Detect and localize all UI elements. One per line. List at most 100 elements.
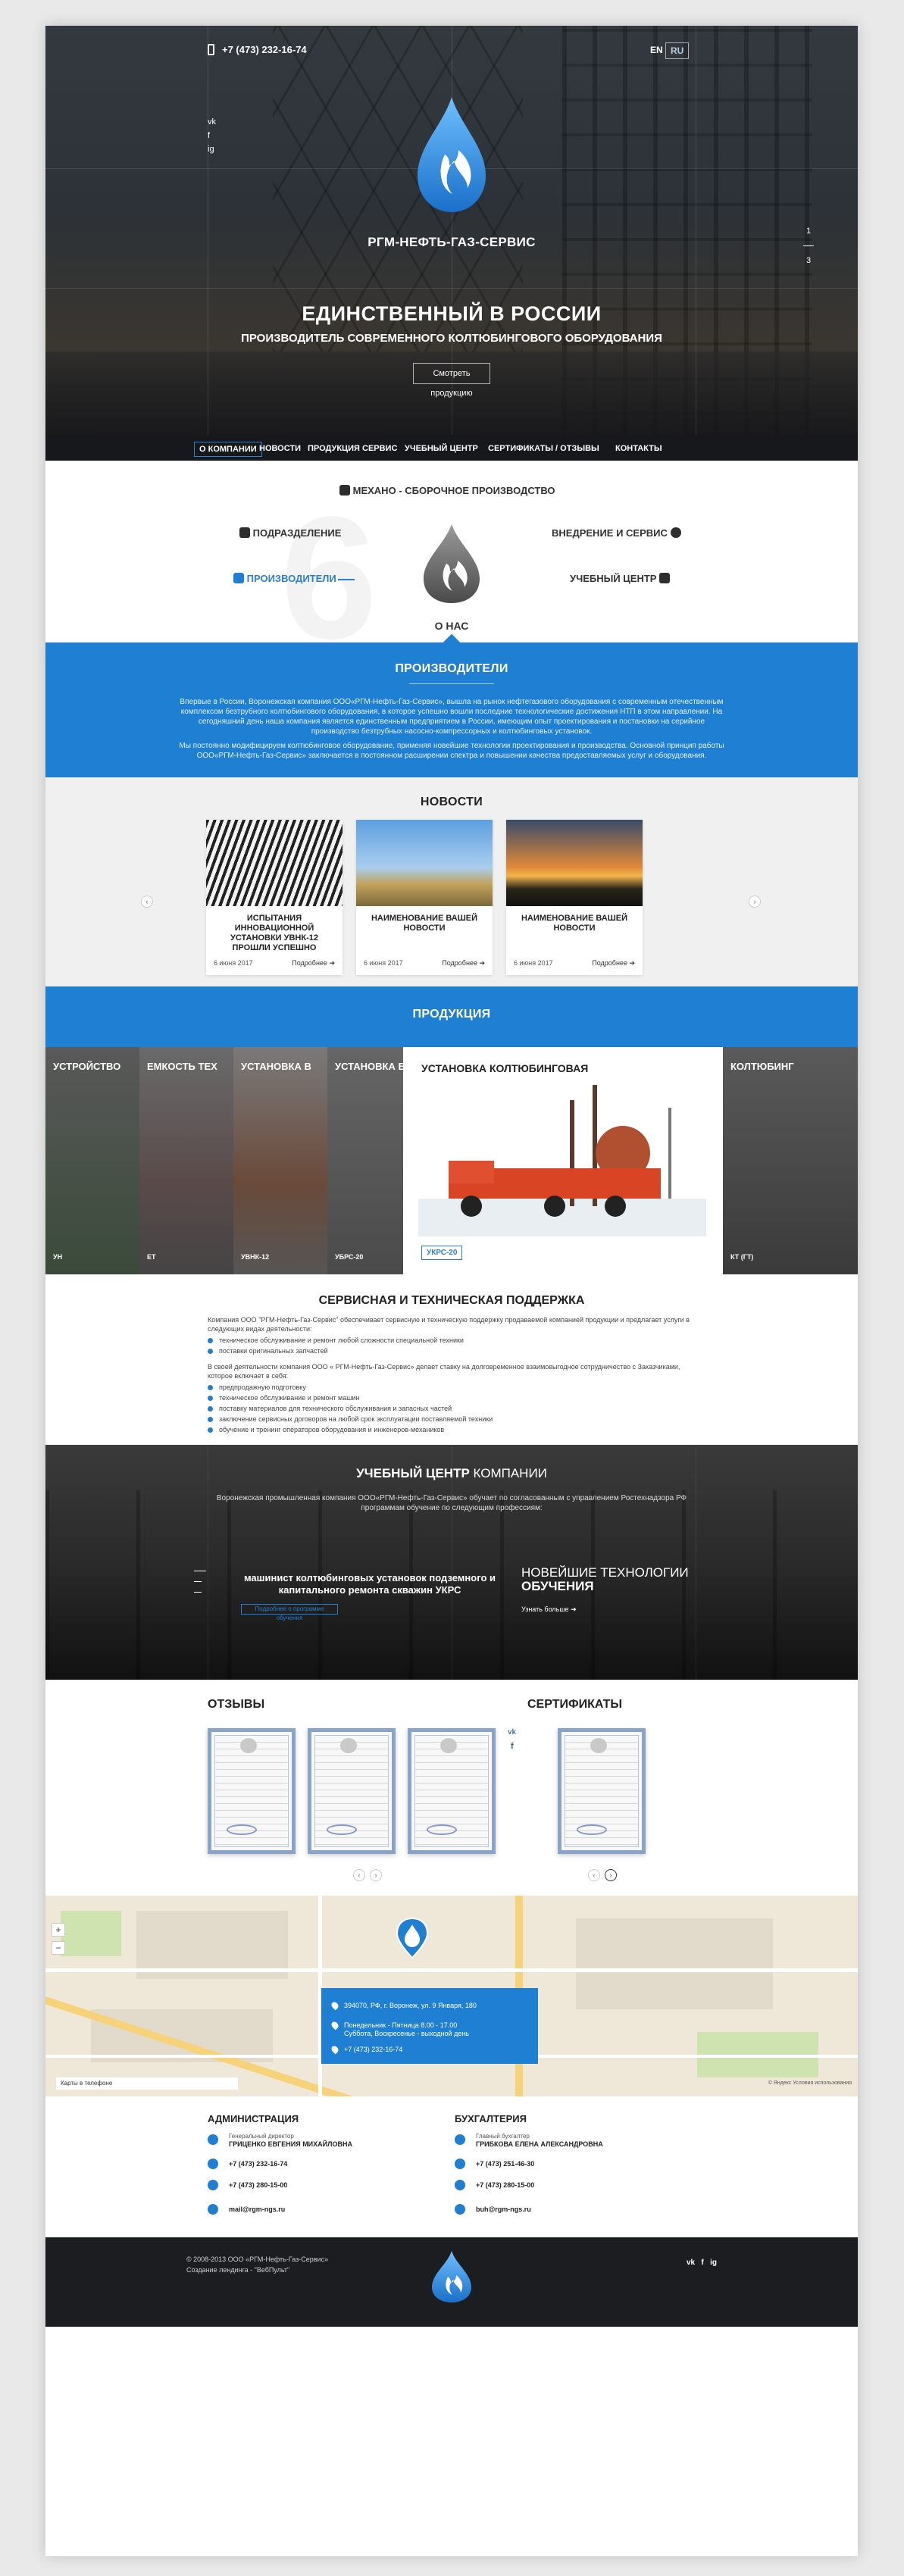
nav-service[interactable]: СЕРВИС xyxy=(358,442,402,457)
mail-icon xyxy=(455,2204,465,2215)
logo-drop-gray-icon xyxy=(424,524,480,603)
news-image xyxy=(206,820,343,906)
certs-next-button[interactable]: › xyxy=(605,1869,617,1881)
list-item: обучение и тренинг операторов оборудован… xyxy=(208,1426,444,1433)
main-nav: О КОМПАНИИ НОВОСТИ ПРОДУКЦИЯ СЕРВИС УЧЕБ… xyxy=(45,435,858,461)
acc-phone-2[interactable]: +7 (473) 280-15-00 xyxy=(476,2181,534,2189)
person-icon xyxy=(208,2134,218,2145)
phone-icon xyxy=(330,2044,340,2055)
service-title: СЕРВИСНАЯ И ТЕХНИЧЕСКАЯ ПОДДЕРЖКА xyxy=(318,1294,585,1307)
acc-phone-1[interactable]: +7 (473) 251-46-30 xyxy=(476,2160,534,2168)
product-card[interactable]: КОЛТЮБИНГ КТ (ГТ) xyxy=(723,1047,858,1274)
manufacturers-title: ПРОИЗВОДИТЕЛИ xyxy=(395,662,508,675)
header-phone[interactable]: +7 (473) 232-16-74 xyxy=(208,44,307,55)
training-text: Воронежская промышленная компания ООО«РГ… xyxy=(216,1494,687,1512)
list-item: поставку материалов для технического обс… xyxy=(208,1405,452,1412)
developer-link[interactable]: Создание лендинга - "ВебПульт" xyxy=(186,2265,328,2275)
news-card[interactable]: НАИМЕНОВАНИЕ ВАШЕЙ НОВОСТИ 6 июня 2017 П… xyxy=(356,820,493,975)
about-training[interactable]: УЧЕБНЫЙ ЦЕНТР xyxy=(570,573,671,584)
acc-mail[interactable]: buh@rgm-ngs.ru xyxy=(476,2206,531,2213)
review-document[interactable] xyxy=(308,1728,396,1854)
facebook-icon[interactable]: f xyxy=(701,2259,703,2267)
product-card[interactable]: УСТАНОВКА Б УБРС-20 xyxy=(327,1047,403,1274)
truck-image xyxy=(418,1085,706,1236)
vk-icon[interactable]: vk xyxy=(208,115,216,129)
map-phone-button[interactable]: Карты в телефоне xyxy=(56,2077,238,2090)
nav-certificates[interactable]: СЕРТИФИКАТЫ / ОТЗЫВЫ xyxy=(483,442,604,457)
zoom-in-button[interactable]: + xyxy=(52,1923,65,1937)
product-card[interactable]: УСТАНОВКА В УВНК-12 xyxy=(233,1047,327,1274)
certificate-document[interactable] xyxy=(558,1728,646,1854)
about-section: 6 МЕХАНО - СБОРОЧНОЕ ПРОИЗВОДСТВО ПОДРАЗ… xyxy=(45,461,858,665)
news-more-link[interactable]: Подробнее ➔ xyxy=(442,959,485,968)
mail-icon xyxy=(208,2204,218,2215)
news-section: НОВОСТИ ‹ › ИСПЫТАНИЯ ИННОВАЦИОННОЙ УСТА… xyxy=(45,777,858,986)
admin-mail[interactable]: mail@rgm-ngs.ru xyxy=(229,2206,285,2213)
lang-en[interactable]: EN xyxy=(646,42,668,58)
page: +7 (473) 232-16-74 EN RU vk f ig 1 3 РГМ… xyxy=(45,26,858,2556)
product-card[interactable]: ЕМКОСТЬ ТЕХ ЕТ xyxy=(139,1047,233,1274)
review-document[interactable] xyxy=(208,1728,296,1854)
manufacturers-text-1: Впервые в России, Воронежская компания О… xyxy=(180,698,724,736)
map-section[interactable]: + − 394070, РФ, г. Воронеж, ул. 9 Января… xyxy=(45,1896,858,2096)
certs-prev-button[interactable]: ‹ xyxy=(588,1869,600,1881)
nav-contacts[interactable]: КОНТАКТЫ xyxy=(611,442,667,457)
instagram-icon[interactable]: ig xyxy=(710,2259,717,2267)
service-middle: В своей деятельности компания ООО « РГМ-… xyxy=(208,1363,680,1380)
news-card[interactable]: НАИМЕНОВАНИЕ ВАШЕЙ НОВОСТИ 6 июня 2017 П… xyxy=(506,820,643,975)
logo-drop-icon xyxy=(418,97,486,212)
training-new-tech: НОВЕЙШИЕ ТЕХНОЛОГИИ ОБУЧЕНИЯ xyxy=(521,1565,689,1593)
chrome-icon xyxy=(670,527,681,538)
news-next-button[interactable]: › xyxy=(749,896,761,908)
phone-icon xyxy=(455,2159,465,2169)
instagram-icon[interactable]: ig xyxy=(208,142,216,156)
reviews-prev-button[interactable]: ‹ xyxy=(353,1869,365,1881)
nav-products[interactable]: ПРОДУКЦИЯ xyxy=(303,442,364,457)
phone-icon xyxy=(455,2180,465,2190)
facebook-icon[interactable]: f xyxy=(511,1742,514,1751)
product-featured[interactable]: УСТАНОВКА КОЛТЮБИНГОВАЯ УКРС-20 xyxy=(403,1047,723,1274)
about-manufacturers[interactable]: ПРОИЗВОДИТЕЛИ xyxy=(233,573,336,584)
review-document[interactable] xyxy=(408,1728,496,1854)
list-item: поставки оригинальных запчастей xyxy=(208,1347,328,1355)
view-products-button[interactable]: Смотреть продукцию xyxy=(413,363,490,398)
footer-copyright: © 2008-2013 ООО «РГМ-Нефть-Газ-Сервис» С… xyxy=(186,2256,329,2275)
gear-icon xyxy=(339,485,350,496)
news-prev-button[interactable]: ‹ xyxy=(141,896,153,908)
about-division[interactable]: ПОДРАЗДЕЛЕНИЕ xyxy=(239,527,341,539)
training-section: УЧЕБНЫЙ ЦЕНТР КОМПАНИИ Воронежская промы… xyxy=(45,1445,858,1680)
contacts-section: АДМИНИСТРАЦИЯ Генеральный директор ГРИЦЕ… xyxy=(45,2096,858,2237)
product-card[interactable]: УСТРОЙСТВО УН xyxy=(45,1047,139,1274)
training-more-link[interactable]: Узнать больше ➔ xyxy=(521,1605,577,1614)
about-assembly[interactable]: МЕХАНО - СБОРОЧНОЕ ПРОИЗВОДСТВО xyxy=(339,485,555,496)
admin-phone-1[interactable]: +7 (473) 232-16-74 xyxy=(229,2160,287,2168)
map-copyright[interactable]: © Яндекс Условия использования xyxy=(768,2080,852,2086)
person-icon xyxy=(239,527,250,538)
admin-phone-2[interactable]: +7 (473) 280-15-00 xyxy=(229,2181,287,2189)
reviews-next-button[interactable]: › xyxy=(370,1869,382,1881)
nav-training[interactable]: УЧЕБНЫЙ ЦЕНТР xyxy=(400,442,483,457)
graduation-cap-icon xyxy=(659,573,671,583)
list-item: заключение сервисных договоров на любой … xyxy=(208,1415,493,1423)
phone-icon xyxy=(208,44,214,55)
about-service[interactable]: ВНЕДРЕНИЕ И СЕРВИС xyxy=(552,527,681,539)
news-card[interactable]: ИСПЫТАНИЯ ИННОВАЦИОННОЙ УСТАНОВКИ УВНК-1… xyxy=(206,820,343,975)
reviews-title: ОТЗЫВЫ xyxy=(208,1698,265,1711)
facebook-icon[interactable]: f xyxy=(208,129,216,142)
nav-about[interactable]: О КОМПАНИИ xyxy=(194,442,262,457)
news-image xyxy=(506,820,643,906)
vk-icon[interactable]: vk xyxy=(687,2259,695,2267)
zoom-out-button[interactable]: − xyxy=(52,1941,65,1955)
footer-social: vk f ig xyxy=(687,2259,717,2267)
nav-news[interactable]: НОВОСТИ xyxy=(255,442,305,457)
vk-icon[interactable]: vk xyxy=(508,1728,516,1737)
about-title: О НАС xyxy=(434,620,469,632)
course-details-button[interactable]: Подробнее о программе обучения xyxy=(241,1604,338,1621)
lang-ru[interactable]: RU xyxy=(665,42,690,59)
person-icon xyxy=(455,2134,465,2145)
phone-icon xyxy=(208,2180,218,2190)
news-more-link[interactable]: Подробнее ➔ xyxy=(592,959,635,968)
news-more-link[interactable]: Подробнее ➔ xyxy=(292,959,335,968)
products-title: ПРОДУКЦИЯ xyxy=(412,1008,491,1021)
products-slider: УСТРОЙСТВО УН ЕМКОСТЬ ТЕХ ЕТ УСТАНОВКА В… xyxy=(45,1047,858,1274)
